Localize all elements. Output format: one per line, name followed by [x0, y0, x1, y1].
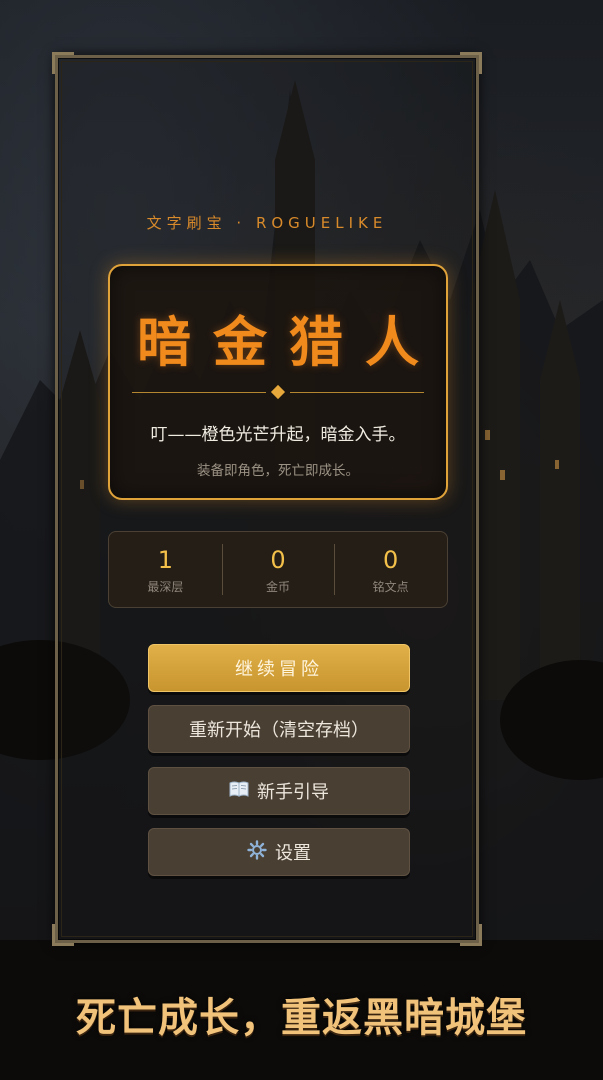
- tutorial-button[interactable]: 新手引导: [148, 767, 410, 815]
- title-card: 暗金猎人 叮——橙色光芒升起，暗金入手。 装备即角色，死亡即成长。: [108, 264, 448, 500]
- stat-label: 最深层: [147, 580, 184, 594]
- stat-gold: 0 金币: [221, 532, 335, 607]
- frame-corner: [460, 924, 482, 946]
- promo-slogan: 死亡成长，重返黑暗城堡: [76, 995, 527, 1041]
- gear-icon: [247, 839, 267, 865]
- continue-button[interactable]: 继续冒险: [148, 644, 410, 692]
- genre-subtitle: 文字刷宝 · ROGUELIKE: [146, 214, 388, 232]
- game-title: 暗金猎人: [137, 311, 441, 374]
- tutorial-button-label: 新手引导: [257, 782, 329, 803]
- restart-button-label: 重新开始（清空存档）: [189, 720, 369, 741]
- stat-label: 铭文点: [372, 580, 409, 594]
- divider-line: [132, 392, 266, 393]
- settings-button-label: 设置: [275, 843, 311, 864]
- stat-inscription-points: 0 铭文点: [334, 532, 447, 607]
- frame-corner: [52, 924, 74, 946]
- stat-value: 0: [383, 546, 399, 574]
- stat-deepest-floor: 1 最深层: [109, 532, 222, 607]
- stat-value: 0: [270, 546, 286, 574]
- ornament-divider: [132, 384, 424, 400]
- divider-line: [290, 392, 424, 393]
- stats-panel: 1 最深层 0 金币 0 铭文点: [108, 531, 448, 608]
- restart-button[interactable]: 重新开始（清空存档）: [148, 705, 410, 753]
- continue-button-label: 继续冒险: [235, 659, 323, 680]
- tagline: 叮——橙色光芒升起，暗金入手。: [150, 425, 406, 445]
- settings-button[interactable]: 设置: [148, 828, 410, 876]
- frame-corner: [460, 52, 482, 74]
- stat-value: 1: [157, 546, 173, 574]
- book-icon: [229, 781, 249, 802]
- stat-label: 金币: [266, 580, 291, 594]
- frame-corner: [52, 52, 74, 74]
- tagline-secondary: 装备即角色，死亡即成长。: [197, 463, 359, 479]
- diamond-icon: [270, 384, 286, 400]
